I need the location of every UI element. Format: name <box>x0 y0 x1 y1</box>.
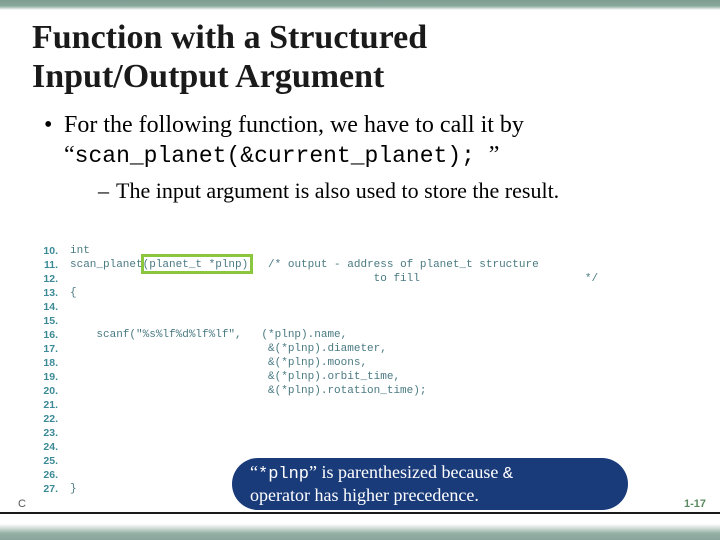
code-line: &(*plnp).orbit_time, <box>70 371 400 383</box>
callout-amp: & <box>503 465 513 484</box>
slide-title: Function with a Structured Input/Output … <box>32 18 688 96</box>
bullet-item-1: For the following function, we have to c… <box>44 110 688 204</box>
call-code-1: scan_planet( <box>75 143 241 169</box>
line-num: 21. <box>32 398 62 412</box>
ampersand-op: & <box>240 143 254 169</box>
line-num: 25. <box>32 454 62 468</box>
callout-line-2: operator has higher precedence. <box>250 485 610 506</box>
line-num: 17. <box>32 342 62 356</box>
slide-top-border <box>0 0 720 10</box>
line-num: 20. <box>32 384 62 398</box>
title-line-1: Function with a Structured <box>32 19 427 56</box>
code-comment: /* output - address of planet_t structur… <box>268 259 539 271</box>
code-line: &(*plnp).diameter, <box>70 343 387 355</box>
code-line: to fill */ <box>70 273 598 285</box>
code-line: { <box>70 287 77 299</box>
line-num: 12. <box>32 272 62 286</box>
code-line: } <box>70 483 77 495</box>
line-num: 19. <box>32 370 62 384</box>
callout-bubble: “*plnp” is parenthesized because & opera… <box>232 458 628 510</box>
sub-bullet-text: The input argument is also used to store… <box>116 178 559 203</box>
bullet-text-1: For the following function, we have to c… <box>64 112 524 138</box>
line-num: 10. <box>32 244 62 258</box>
line-num: 24. <box>32 440 62 454</box>
code-line: &(*plnp).rotation_time); <box>70 385 426 397</box>
callout-text-1b: ” is parenthesized because <box>309 462 503 482</box>
line-num: 14. <box>32 300 62 314</box>
callout-open-quote: “ <box>250 462 258 482</box>
callout-code: *plnp <box>258 465 309 484</box>
line-num: 27. <box>32 482 62 496</box>
code-line: &(*plnp).moons, <box>70 357 367 369</box>
line-num: 15. <box>32 314 62 328</box>
line-number-gutter: 10. 11. 12. 13. 14. 15. 16. 17. 18. 19. … <box>32 244 62 496</box>
line-num: 16. <box>32 328 62 342</box>
code-line: scanf("%s%lf%d%lf%lf", (*plnp).name, <box>70 329 347 341</box>
bullet-list: For the following function, we have to c… <box>32 110 688 204</box>
slide-content: Function with a Structured Input/Output … <box>0 0 720 204</box>
line-num: 13. <box>32 286 62 300</box>
line-num: 22. <box>32 412 62 426</box>
line-num: 26. <box>32 468 62 482</box>
footer-rule <box>0 512 720 514</box>
title-line-2: Input/Output Argument <box>32 58 384 95</box>
close-quote: ” <box>489 142 500 168</box>
call-code-2: current_planet); <box>254 143 489 169</box>
line-num: 23. <box>32 426 62 440</box>
code-line: scan_planet(planet_t *plnp) <box>70 259 248 271</box>
copyright-stub: C <box>18 498 26 510</box>
sub-bullet-item: The input argument is also used to store… <box>98 177 688 205</box>
line-num: 11. <box>32 258 62 272</box>
code-line: int <box>70 245 90 257</box>
open-quote: “ <box>64 142 75 168</box>
sub-bullet-list: The input argument is also used to store… <box>64 177 688 205</box>
callout-line-1: “*plnp” is parenthesized because & <box>250 462 610 485</box>
line-num: 18. <box>32 356 62 370</box>
slide-bottom-border <box>0 524 720 540</box>
page-number: 1-17 <box>684 498 706 510</box>
